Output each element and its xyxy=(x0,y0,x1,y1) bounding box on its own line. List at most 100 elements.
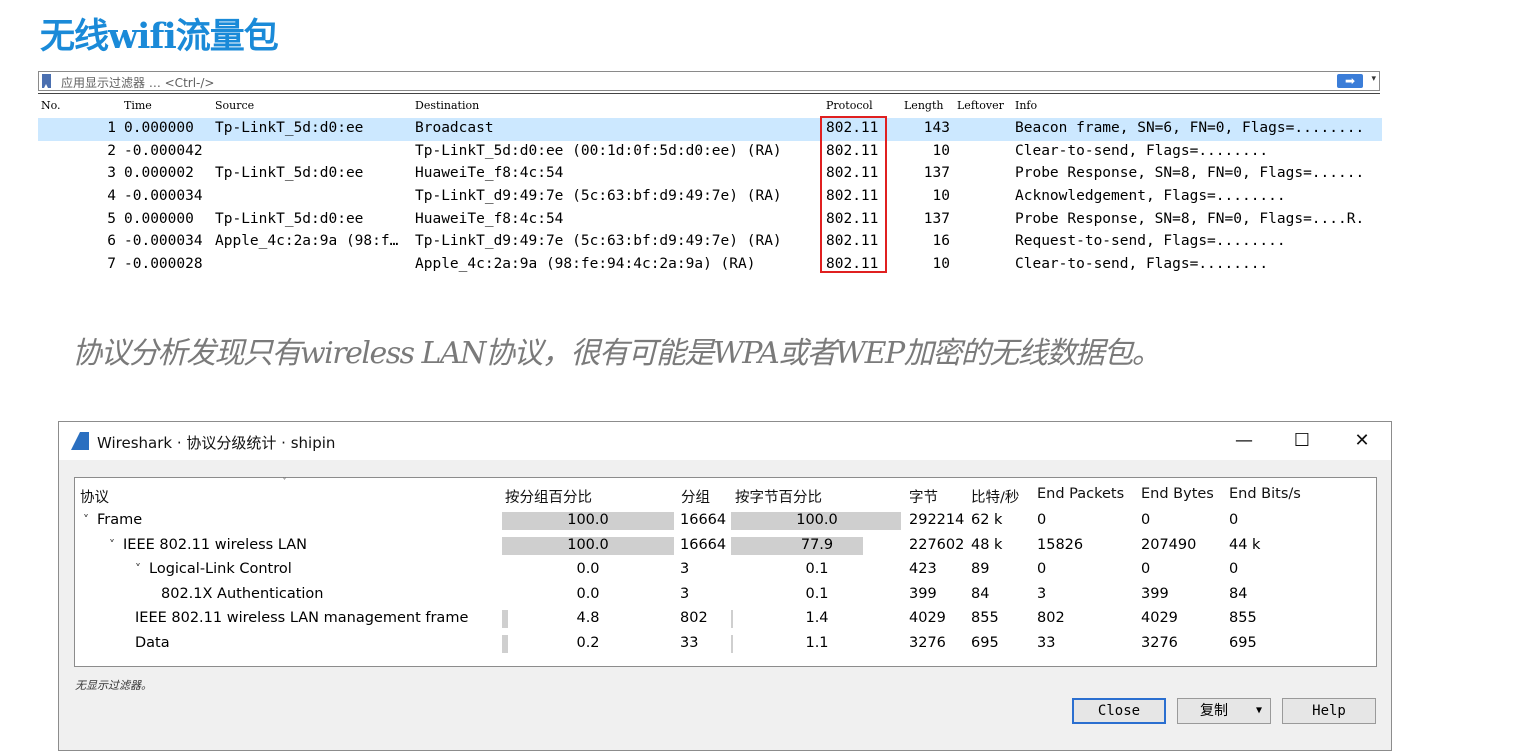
protocol-row[interactable]: ˅ Frame 100.0 16664 100.0 292214 62 k 0 0 0 xyxy=(75,510,1376,535)
col-header-info[interactable]: Info xyxy=(1015,99,1037,112)
close-window-button[interactable]: ✕ xyxy=(1347,428,1377,454)
protocol-name-cell: ˅ IEEE 802.11 wireless LAN xyxy=(109,537,307,553)
packet-row[interactable]: 3 0.000002 Tp-LinkT_5d:d0:ee HuaweiTe_f8:4c… xyxy=(38,163,1382,186)
arrow-right-icon[interactable]: ➡ xyxy=(1337,74,1363,88)
protocol-name-label: 802.1X Authentication xyxy=(161,585,324,602)
byte-percent-cell: 77.9 xyxy=(800,536,834,553)
packets-cell: 16664 xyxy=(680,536,727,553)
col-header-protocol[interactable]: 协议 xyxy=(80,486,109,507)
protocol-row[interactable]: 802.1X Authentication 0.0 3 0.1 399 84 3 399 84 xyxy=(75,584,1376,609)
cell-time: -0.000042 xyxy=(124,142,203,159)
packet-percent-cell: 4.8 xyxy=(576,610,600,627)
col-header-packets[interactable]: 分组 xyxy=(681,486,710,507)
col-header-source[interactable]: Source xyxy=(215,99,254,112)
chevron-down-icon[interactable]: ▾ xyxy=(1371,74,1376,84)
protocol-tree: ˅ 协议 按分组百分比 分组 按字节百分比 字节 比特/秒 End Packet… xyxy=(74,477,1377,667)
packets-cell: 802 xyxy=(680,610,708,627)
col-header-time[interactable]: Time xyxy=(124,99,152,112)
bits-per-sec-cell: 84 xyxy=(971,585,990,602)
cell-info: Probe Response, SN=8, FN=0, Flags=...... xyxy=(1015,165,1365,182)
close-button[interactable]: Close xyxy=(1072,698,1166,724)
protocol-row[interactable]: IEEE 802.11 wireless LAN management fram… xyxy=(75,608,1376,633)
col-header-byte-percent[interactable]: 按字节百分比 xyxy=(735,486,822,507)
cell-info: Clear-to-send, Flags=........ xyxy=(1015,256,1269,273)
cell-source: Tp-LinkT_5d:d0:ee xyxy=(215,210,364,227)
end-bytes-cell: 399 xyxy=(1141,585,1169,602)
dialog-title: Wireshark · 协议分级统计 · shipin xyxy=(97,434,336,452)
protocol-name-label: IEEE 802.11 wireless LAN xyxy=(123,536,308,553)
cell-destination: Tp-LinkT_d9:49:7e (5c:63:bf:d9:49:7e) (R… xyxy=(415,188,782,205)
protocol-hierarchy-dialog: Wireshark · 协议分级统计 · shipin — ☐ ✕ ˅ 协议 按… xyxy=(58,421,1392,751)
protocol-name-cell: ˅ Frame xyxy=(83,512,142,528)
end-bits-cell: 0 xyxy=(1229,561,1239,578)
packet-list: 1 0.000000 Tp-LinkT_5d:d0:ee Broadcast 802.1… xyxy=(38,118,1382,277)
copy-button-label: 复制 xyxy=(1200,703,1228,719)
col-header-end-packets[interactable]: End Packets xyxy=(1037,486,1124,502)
chevron-down-icon[interactable]: ˅ xyxy=(135,562,141,576)
cell-no: 4 xyxy=(107,188,116,205)
end-packets-cell: 15826 xyxy=(1037,536,1084,553)
display-filter-bar[interactable]: 应用显示过滤器 … <Ctrl-/> ➡ ▾ xyxy=(38,71,1380,91)
byte-percent-cell: 1.4 xyxy=(805,610,829,627)
cell-info: Acknowledgement, Flags=........ xyxy=(1015,188,1286,205)
end-bits-cell: 0 xyxy=(1229,512,1239,528)
packet-row[interactable]: 4 -0.000034 Tp-LinkT_d9:49:7e (5c:63:bf:d9… xyxy=(38,186,1382,209)
chevron-down-icon[interactable]: ˅ xyxy=(109,538,115,552)
packet-row[interactable]: 2 -0.000042 Tp-LinkT_5d:d0:ee (00:1d:0f:5d… xyxy=(38,141,1382,164)
bytes-cell: 292214 xyxy=(909,512,965,528)
dialog-titlebar: Wireshark · 协议分级统计 · shipin — ☐ ✕ xyxy=(59,422,1391,460)
packet-percent-cell: 0.0 xyxy=(576,561,600,578)
col-header-end-bits[interactable]: End Bits/s xyxy=(1229,486,1301,502)
packets-cell: 33 xyxy=(680,635,699,651)
protocol-name-cell: 802.1X Authentication xyxy=(161,586,324,602)
bytes-cell: 4029 xyxy=(909,610,946,627)
col-header-protocol[interactable]: Protocol xyxy=(826,99,873,112)
bits-per-sec-cell: 62 k xyxy=(971,512,1003,528)
byte-percent-cell: 1.1 xyxy=(805,635,829,651)
protocol-row[interactable]: ˅ IEEE 802.11 wireless LAN 100.0 16664 77.9 2… xyxy=(75,535,1376,560)
protocol-name-label: IEEE 802.11 wireless LAN management fram… xyxy=(135,610,469,627)
cell-source: Apple_4c:2a:9a (98:f… xyxy=(215,233,399,250)
packet-row[interactable]: 7 -0.000028 Apple_4c:2a:9a (98:fe:94:4c:2a… xyxy=(38,254,1382,277)
copy-menu-arrow-icon[interactable]: ▼ xyxy=(1256,699,1262,723)
help-button[interactable]: Help xyxy=(1282,698,1376,724)
end-packets-cell: 3 xyxy=(1037,585,1047,602)
end-packets-cell: 33 xyxy=(1037,635,1056,651)
cell-length: 10 xyxy=(932,256,950,273)
packet-row[interactable]: 1 0.000000 Tp-LinkT_5d:d0:ee Broadcast 802.1… xyxy=(38,118,1382,141)
cell-time: -0.000034 xyxy=(124,188,203,205)
col-header-bytes[interactable]: 字节 xyxy=(909,486,938,507)
filter-placeholder[interactable]: 应用显示过滤器 … <Ctrl-/> xyxy=(61,74,214,91)
cell-destination: HuaweiTe_f8:4c:54 xyxy=(415,165,564,182)
col-header-packet-percent[interactable]: 按分组百分比 xyxy=(505,486,592,507)
end-bits-cell: 855 xyxy=(1229,610,1257,627)
packet-row[interactable]: 5 0.000000 Tp-LinkT_5d:d0:ee HuaweiTe_f8:4c… xyxy=(38,209,1382,232)
cell-source: Tp-LinkT_5d:d0:ee xyxy=(215,165,364,182)
col-header-length[interactable]: Length xyxy=(904,99,943,112)
end-bits-cell: 84 xyxy=(1229,585,1248,602)
slide-title: 无线wifi流量包 xyxy=(40,16,279,57)
filter-status: 无显示过滤器。 xyxy=(75,679,152,692)
protocol-row[interactable]: ˅ Logical-Link Control 0.0 3 0.1 423 89 0 0 0 xyxy=(75,559,1376,584)
byte-percent-cell: 0.1 xyxy=(805,585,829,602)
col-header-end-bytes[interactable]: End Bytes xyxy=(1141,486,1214,502)
maximize-button[interactable]: ☐ xyxy=(1287,428,1317,454)
cell-source: Tp-LinkT_5d:d0:ee xyxy=(215,120,364,136)
col-header-destination[interactable]: Destination xyxy=(415,99,479,112)
cell-length: 137 xyxy=(923,210,950,227)
packet-row[interactable]: 6 -0.000034 Apple_4c:2a:9a (98:f… Tp-LinkT_… xyxy=(38,231,1382,254)
cell-time: -0.000034 xyxy=(124,233,203,250)
packet-percent-cell: 100.0 xyxy=(567,536,609,553)
col-header-no[interactable]: No. xyxy=(41,99,61,112)
protocol-row[interactable]: Data 0.2 33 1.1 3276 695 33 3276 695 xyxy=(75,633,1376,658)
col-header-bits-per-sec[interactable]: 比特/秒 xyxy=(971,486,1019,507)
copy-button[interactable]: 复制 ▼ xyxy=(1177,698,1271,724)
packet-percent-cell: 0.2 xyxy=(576,635,600,651)
col-header-leftover[interactable]: Leftover xyxy=(957,99,1013,112)
end-bytes-cell: 207490 xyxy=(1141,536,1197,553)
chevron-down-icon[interactable]: ˅ xyxy=(83,513,89,527)
bytes-cell: 227602 xyxy=(909,536,965,553)
bookmark-icon[interactable] xyxy=(42,74,51,88)
minimize-button[interactable]: — xyxy=(1229,428,1259,454)
bits-per-sec-cell: 855 xyxy=(971,610,999,627)
